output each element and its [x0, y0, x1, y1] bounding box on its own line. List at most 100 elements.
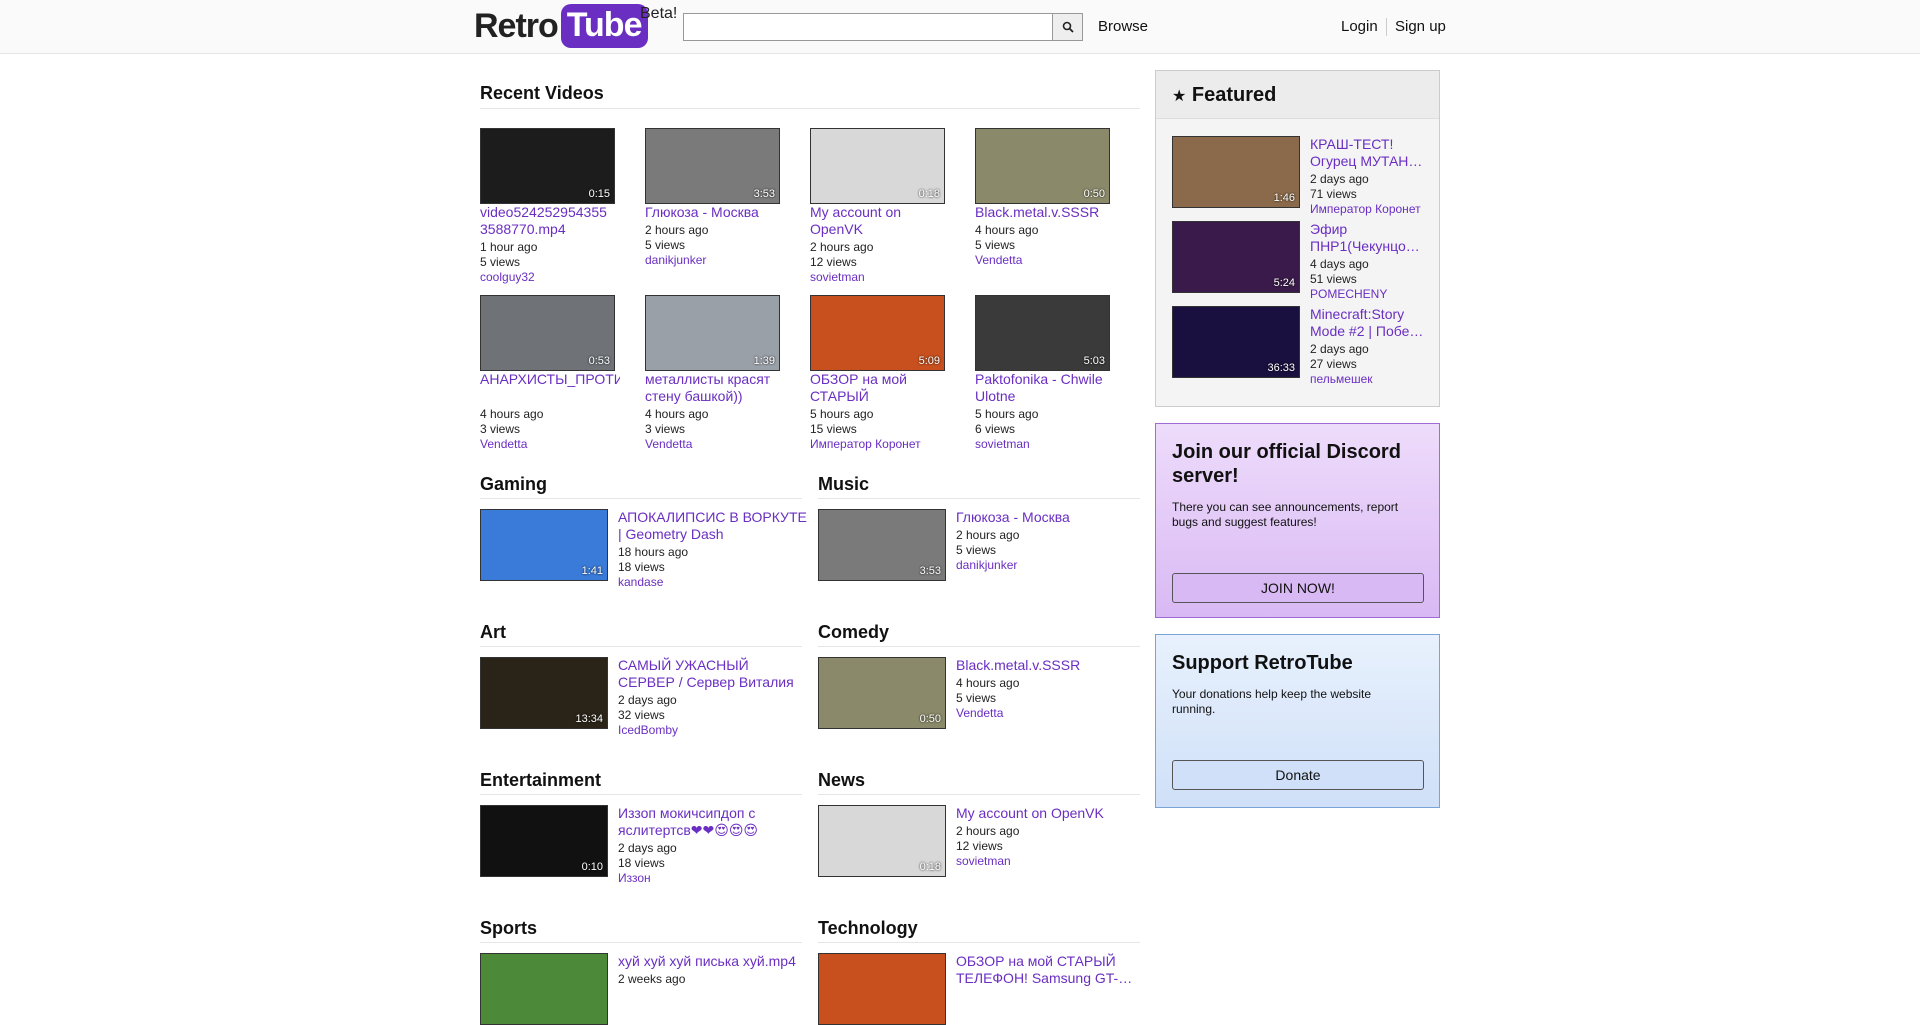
video-upload-time: 5 hours ago — [975, 407, 1039, 421]
video-thumbnail[interactable]: 0:18 — [818, 805, 946, 877]
video-title-link[interactable]: КРАШ-ТЕСТ! Огурец МУТАН… — [1310, 136, 1425, 170]
video-title-link[interactable]: Эфир ПНР1(Чекунцо… — [1310, 221, 1425, 255]
join-discord-button[interactable]: JOIN NOW! — [1172, 573, 1424, 603]
section-divider — [480, 108, 1140, 109]
search-button[interactable] — [1052, 13, 1083, 41]
video-uploader-link[interactable]: IcedBomby — [618, 723, 678, 738]
video-upload-time: 2 days ago — [618, 693, 677, 707]
video-thumbnail[interactable]: 5:09 — [810, 295, 945, 371]
video-uploader-link[interactable]: Император Коронет — [1310, 202, 1421, 217]
video-uploader-link[interactable]: Иззон — [618, 871, 651, 886]
featured-panel: ★ Featured 1:46 КРАШ-ТЕСТ! Огурец МУТАН… 2… — [1155, 70, 1440, 407]
video-thumbnail[interactable]: 13:34 — [480, 657, 608, 729]
video-thumbnail[interactable]: 1:41 — [480, 509, 608, 581]
video-duration: 36:33 — [1267, 362, 1295, 374]
video-uploader-link[interactable]: Vendetta — [645, 437, 692, 452]
video-title-link[interactable]: АПОКАЛИПСИС В ВОРКУТЕ | Geometry Dash — [618, 509, 808, 543]
video-view-count: 3 views — [645, 422, 686, 436]
video-thumbnail[interactable]: 36:33 — [1172, 306, 1300, 378]
video-thumbnail[interactable]: 0:15 — [480, 128, 615, 204]
video-thumbnail[interactable]: 1:39 — [645, 295, 780, 371]
video-view-count: 12 views — [810, 255, 857, 269]
video-uploader-link[interactable]: Vendetta — [956, 706, 1003, 721]
section-divider — [480, 498, 802, 499]
video-title-link[interactable]: хуй хуй хуй писька хуй.mp4 — [618, 953, 808, 970]
video-thumbnail[interactable]: 5:24 — [1172, 221, 1300, 293]
beta-label: Beta! — [640, 5, 678, 22]
section-divider — [818, 646, 1140, 647]
support-panel: Support RetroTube Your donations help ke… — [1155, 634, 1440, 808]
video-uploader-link[interactable]: sovietman — [956, 854, 1011, 869]
video-title-link[interactable]: Black.metal.v.SSSR — [956, 657, 1146, 674]
video-title-link[interactable]: My account on OpenVK — [956, 805, 1146, 822]
nav-signup-link[interactable]: Sign up — [1395, 18, 1446, 35]
discord-title: Join our official Discord server! — [1172, 441, 1401, 487]
video-title-link[interactable]: АНАРХИСТЫ_ПРОТИВ_РЕПЕРОВ — [480, 371, 620, 388]
nav-divider — [1386, 18, 1387, 36]
category-title[interactable]: Music — [818, 474, 869, 495]
video-title-link[interactable]: САМЫЙ УЖАСНЫЙ СЕРВЕР / Сервер Виталия — [618, 657, 808, 691]
video-upload-time: 4 hours ago — [645, 407, 709, 421]
category-title[interactable]: Art — [480, 622, 506, 643]
video-upload-time: 4 days ago — [1310, 257, 1369, 271]
video-uploader-link[interactable]: sovietman — [810, 270, 865, 285]
category-title[interactable]: Technology — [818, 918, 918, 939]
video-thumbnail[interactable]: 0:50 — [818, 657, 946, 729]
video-thumbnail[interactable]: 5:03 — [975, 295, 1110, 371]
video-upload-time: 2 weeks ago — [618, 972, 686, 986]
site-logo[interactable]: Retro Tube — [474, 4, 648, 48]
nav-browse-link[interactable]: Browse — [1098, 18, 1148, 35]
video-uploader-link[interactable]: sovietman — [975, 437, 1030, 452]
video-upload-time: 4 hours ago — [975, 223, 1039, 237]
video-uploader-link[interactable]: danikjunker — [956, 558, 1017, 573]
donate-button[interactable]: Donate — [1172, 760, 1424, 790]
video-view-count: 6 views — [975, 422, 1016, 436]
video-uploader-link[interactable]: POMECHENY — [1310, 287, 1387, 302]
nav-login-link[interactable]: Login — [1341, 18, 1378, 35]
video-thumbnail[interactable] — [480, 953, 608, 1025]
video-duration: 1:46 — [1273, 192, 1295, 204]
video-title-link[interactable]: ОБЗОР на мой СТАРЫЙ ТЕЛЕФОН… — [810, 371, 950, 405]
video-thumbnail[interactable]: 3:53 — [818, 509, 946, 581]
category-title[interactable]: Entertainment — [480, 770, 601, 791]
video-uploader-link[interactable]: danikjunker — [645, 253, 706, 268]
video-title-link[interactable]: ОБЗОР на мой СТАРЫЙ ТЕЛЕФОН! Samsung GT-… — [956, 953, 1146, 987]
video-title-link[interactable]: Paktofonika - Chwile Ulotne — [975, 371, 1115, 405]
video-uploader-link[interactable]: coolguy32 — [480, 270, 535, 285]
video-title-link[interactable]: video524252954355 3588770.mp4 — [480, 204, 620, 238]
video-thumbnail[interactable]: 3:53 — [645, 128, 780, 204]
video-title-link[interactable]: My account on OpenVK — [810, 204, 950, 238]
category-title[interactable]: Sports — [480, 918, 537, 939]
section-divider — [818, 794, 1140, 795]
video-upload-time: 4 hours ago — [956, 676, 1020, 690]
video-title-link[interactable]: металлисты красят стену башкой)) — [645, 371, 785, 405]
video-thumbnail[interactable]: 0:50 — [975, 128, 1110, 204]
video-title-link[interactable]: Глюкоза - Москва — [645, 204, 785, 221]
video-upload-time: 2 days ago — [1310, 172, 1369, 186]
featured-title-text: Featured — [1191, 84, 1277, 106]
video-upload-time: 18 hours ago — [618, 545, 689, 559]
category-title[interactable]: News — [818, 770, 865, 791]
video-uploader-link[interactable]: пельмешек — [1310, 372, 1373, 387]
video-duration: 0:53 — [588, 355, 610, 367]
video-duration: 3:53 — [753, 188, 775, 200]
video-uploader-link[interactable]: Император Коронет — [810, 437, 921, 452]
video-thumbnail[interactable]: 0:18 — [810, 128, 945, 204]
video-title-link[interactable]: Black.metal.v.SSSR — [975, 204, 1115, 221]
video-thumbnail[interactable]: 0:10 — [480, 805, 608, 877]
video-title-link[interactable]: Иззоп мокичсипдоп с яслитертсв❤❤😍😍😍 — [618, 805, 808, 839]
video-upload-time: 2 days ago — [1310, 342, 1369, 356]
video-title-link[interactable]: Minecraft:Story Mode #2 | Побе… — [1310, 306, 1425, 340]
category-title[interactable]: Gaming — [480, 474, 547, 495]
video-thumbnail[interactable] — [818, 953, 946, 1025]
video-uploader-link[interactable]: Vendetta — [975, 253, 1022, 268]
video-uploader-link[interactable]: Vendetta — [480, 437, 527, 452]
video-thumbnail[interactable]: 1:46 — [1172, 136, 1300, 208]
video-duration: 3:53 — [919, 565, 941, 577]
video-upload-time: 5 hours ago — [810, 407, 874, 421]
category-title[interactable]: Comedy — [818, 622, 889, 643]
video-title-link[interactable]: Глюкоза - Москва — [956, 509, 1146, 526]
search-input[interactable] — [683, 13, 1053, 41]
video-thumbnail[interactable]: 0:53 — [480, 295, 615, 371]
video-uploader-link[interactable]: kandase — [618, 575, 663, 590]
